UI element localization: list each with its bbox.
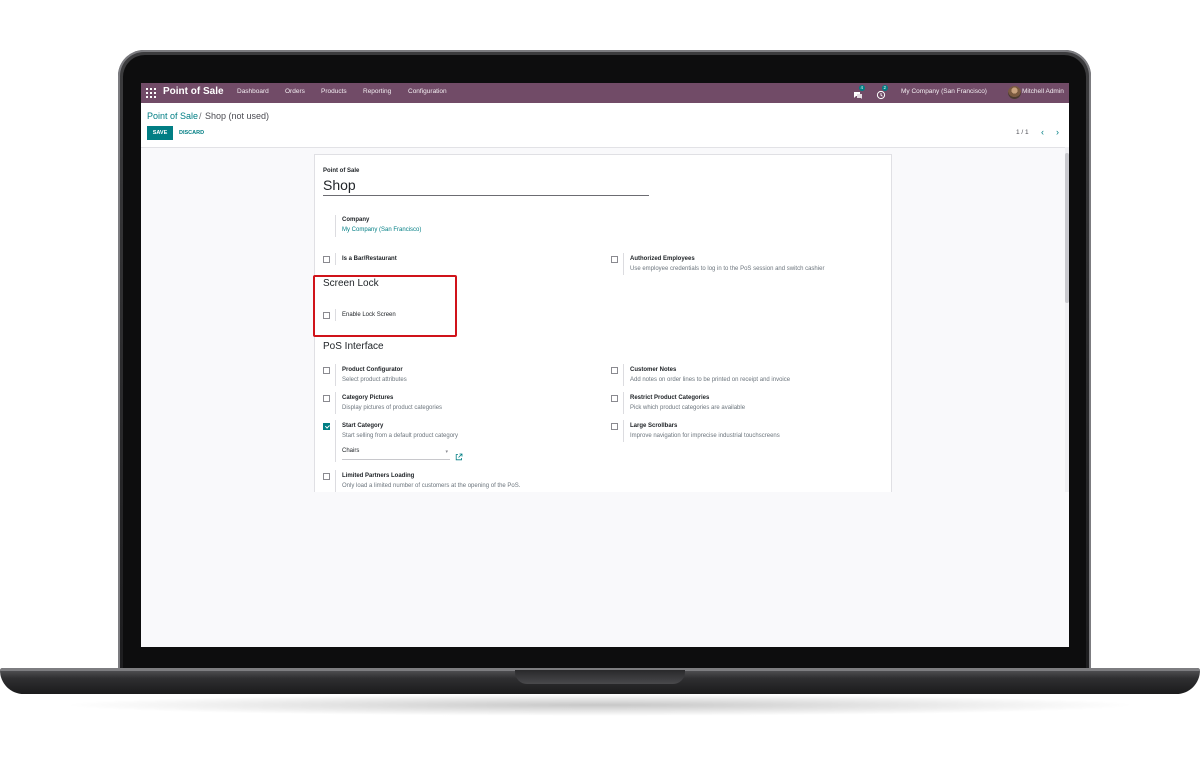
screen: Point of Sale Dashboard Orders Products …	[141, 83, 1069, 647]
menu-configuration[interactable]: Configuration	[408, 88, 447, 95]
user-avatar[interactable]	[1008, 86, 1021, 99]
screen-empty-area	[141, 492, 1069, 647]
app-title[interactable]: Point of Sale	[163, 86, 224, 97]
pos-name-input[interactable]: Shop	[323, 177, 356, 193]
authorized-employees-label: Authorized Employees	[630, 256, 695, 262]
user-menu[interactable]: Mitchell Admin	[1022, 88, 1064, 95]
option-divider	[335, 309, 336, 321]
breadcrumb-current: Shop (not used)	[205, 111, 270, 121]
menu-products[interactable]: Products	[321, 88, 347, 95]
bar-restaurant-label: Is a Bar/Restaurant	[342, 256, 397, 262]
company-divider	[335, 215, 336, 237]
customer-notes-checkbox[interactable]	[611, 367, 618, 374]
option-divider	[335, 420, 336, 462]
pager-next-icon[interactable]: ›	[1056, 128, 1059, 137]
activities-badge: 2	[882, 85, 888, 91]
option-divider	[335, 364, 336, 386]
start-category-checkbox[interactable]	[323, 423, 330, 430]
breadcrumb-separator: /	[199, 111, 202, 121]
scrollbar-thumb[interactable]	[1065, 153, 1069, 303]
apps-menu-icon[interactable]	[146, 88, 156, 98]
option-divider	[335, 470, 336, 492]
breadcrumb-root[interactable]: Point of Sale	[147, 111, 198, 121]
messages-icon[interactable]: 4	[853, 85, 865, 99]
start-category-desc: Start selling from a default product cat…	[342, 433, 459, 439]
activity-clock-icon[interactable]: 2	[876, 85, 888, 100]
enable-lock-screen-checkbox[interactable]	[323, 312, 330, 319]
option-divider	[623, 392, 624, 414]
screen-lock-heading: Screen Lock	[323, 278, 379, 289]
product-configurator-label: Product Configurator	[342, 367, 403, 373]
top-navbar: Point of Sale Dashboard Orders Products …	[141, 83, 1069, 103]
control-panel: Point of Sale / Shop (not used) SAVE DIS…	[141, 103, 1069, 148]
pos-name-label: Point of Sale	[323, 168, 360, 174]
pager-value[interactable]: 1 / 1	[1016, 129, 1029, 136]
company-switcher[interactable]: My Company (San Francisco)	[901, 88, 987, 95]
pos-interface-heading: PoS Interface	[323, 341, 384, 352]
external-link-icon[interactable]	[455, 448, 463, 461]
menu-orders[interactable]: Orders	[285, 88, 305, 95]
limited-partners-label: Limited Partners Loading	[342, 473, 415, 479]
option-divider	[623, 364, 624, 386]
large-scrollbars-desc: Improve navigation for imprecise industr…	[630, 433, 780, 439]
start-category-value: Chairs	[342, 448, 360, 454]
limited-partners-desc: Only load a limited number of customers …	[342, 483, 521, 489]
restrict-categories-label: Restrict Product Categories	[630, 395, 710, 401]
limited-partners-checkbox[interactable]	[323, 473, 330, 480]
category-pictures-checkbox[interactable]	[323, 395, 330, 402]
messages-badge: 4	[859, 85, 865, 91]
customer-notes-label: Customer Notes	[630, 367, 677, 373]
menu-reporting[interactable]: Reporting	[363, 88, 391, 95]
bar-restaurant-checkbox[interactable]	[323, 256, 330, 263]
authorized-employees-checkbox[interactable]	[611, 256, 618, 263]
company-field[interactable]: My Company (San Francisco)	[342, 227, 421, 233]
chevron-down-icon: ▾	[445, 449, 448, 455]
enable-lock-screen-label: Enable Lock Screen	[342, 312, 396, 318]
option-divider	[623, 253, 624, 275]
customer-notes-desc: Add notes on order lines to be printed o…	[630, 377, 791, 383]
restrict-categories-desc: Pick which product categories are availa…	[630, 405, 746, 411]
start-category-select[interactable]: Chairs ▾	[342, 448, 450, 460]
menu-dashboard[interactable]: Dashboard	[237, 88, 269, 95]
laptop-notch	[515, 670, 685, 684]
large-scrollbars-label: Large Scrollbars	[630, 423, 678, 429]
category-pictures-desc: Display pictures of product categories	[342, 405, 443, 411]
option-divider	[623, 420, 624, 442]
large-scrollbars-checkbox[interactable]	[611, 423, 618, 430]
product-configurator-checkbox[interactable]	[323, 367, 330, 374]
laptop-shadow	[60, 694, 1140, 716]
company-label: Company	[342, 217, 370, 223]
authorized-employees-desc: Use employee credentials to log in to th…	[630, 266, 825, 272]
restrict-categories-checkbox[interactable]	[611, 395, 618, 402]
category-pictures-label: Category Pictures	[342, 395, 394, 401]
product-configurator-desc: Select product attributes	[342, 377, 407, 383]
pager-previous-icon[interactable]: ‹	[1041, 128, 1044, 137]
pos-name-underline	[323, 195, 649, 196]
start-category-label: Start Category	[342, 423, 384, 429]
option-divider	[335, 253, 336, 265]
option-divider	[335, 392, 336, 414]
save-button[interactable]: SAVE	[147, 126, 173, 140]
discard-button[interactable]: DISCARD	[179, 130, 204, 136]
